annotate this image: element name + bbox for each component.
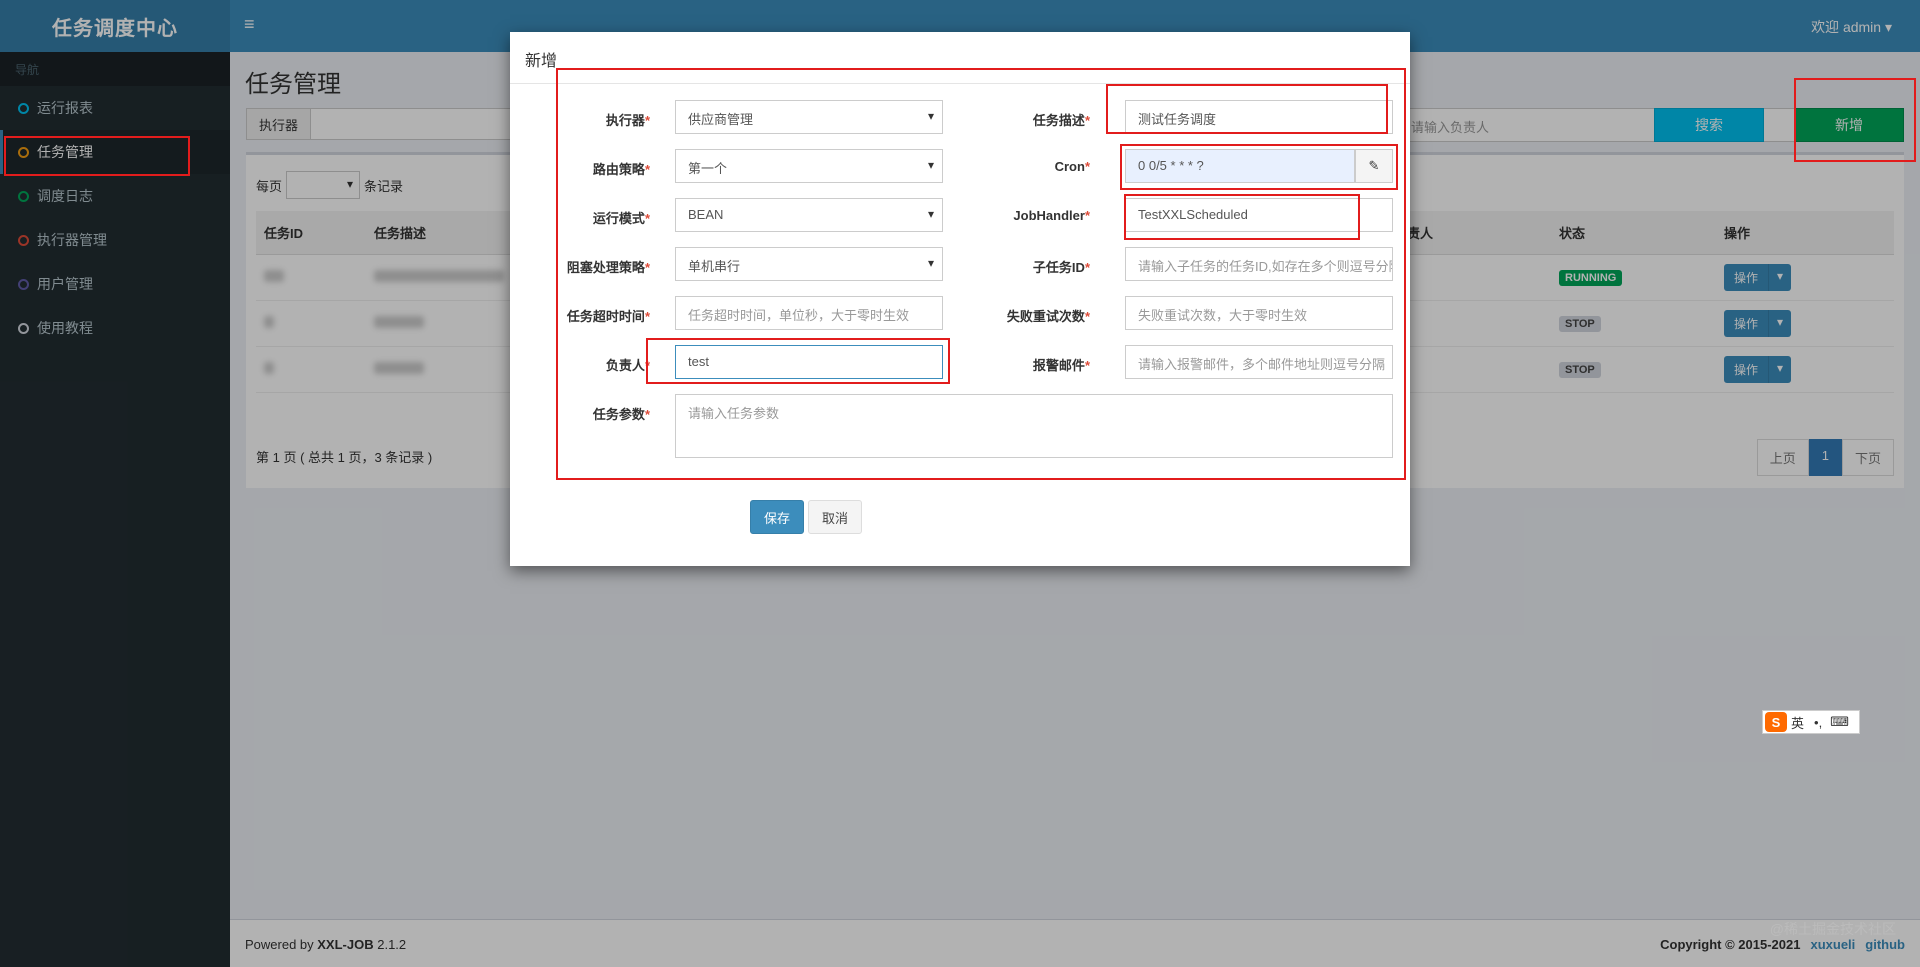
ime-indicator[interactable]: S 英 •, ⌨: [1762, 710, 1860, 734]
watermark: @稀土掘金技术社区: [1769, 921, 1896, 937]
annotation-highlight: [1106, 84, 1388, 134]
keyboard-icon: ⌨: [1830, 714, 1849, 729]
sogou-icon: S: [1765, 712, 1787, 732]
cancel-button[interactable]: 取消: [808, 500, 862, 534]
annotation-highlight: [646, 338, 950, 384]
annotation-highlight: [1794, 78, 1916, 162]
save-button[interactable]: 保存: [750, 500, 804, 534]
annotation-highlight: [1120, 144, 1398, 190]
annotation-highlight: [4, 136, 190, 176]
add-job-modal: 新增 执行器* 供应商管理 任务描述* 测试任务调度 路由策略* 第一个 Cro…: [510, 32, 1410, 566]
punctuation-icon: •,: [1814, 714, 1823, 730]
annotation-highlight: [1124, 194, 1360, 240]
ime-language: 英: [1791, 715, 1805, 731]
